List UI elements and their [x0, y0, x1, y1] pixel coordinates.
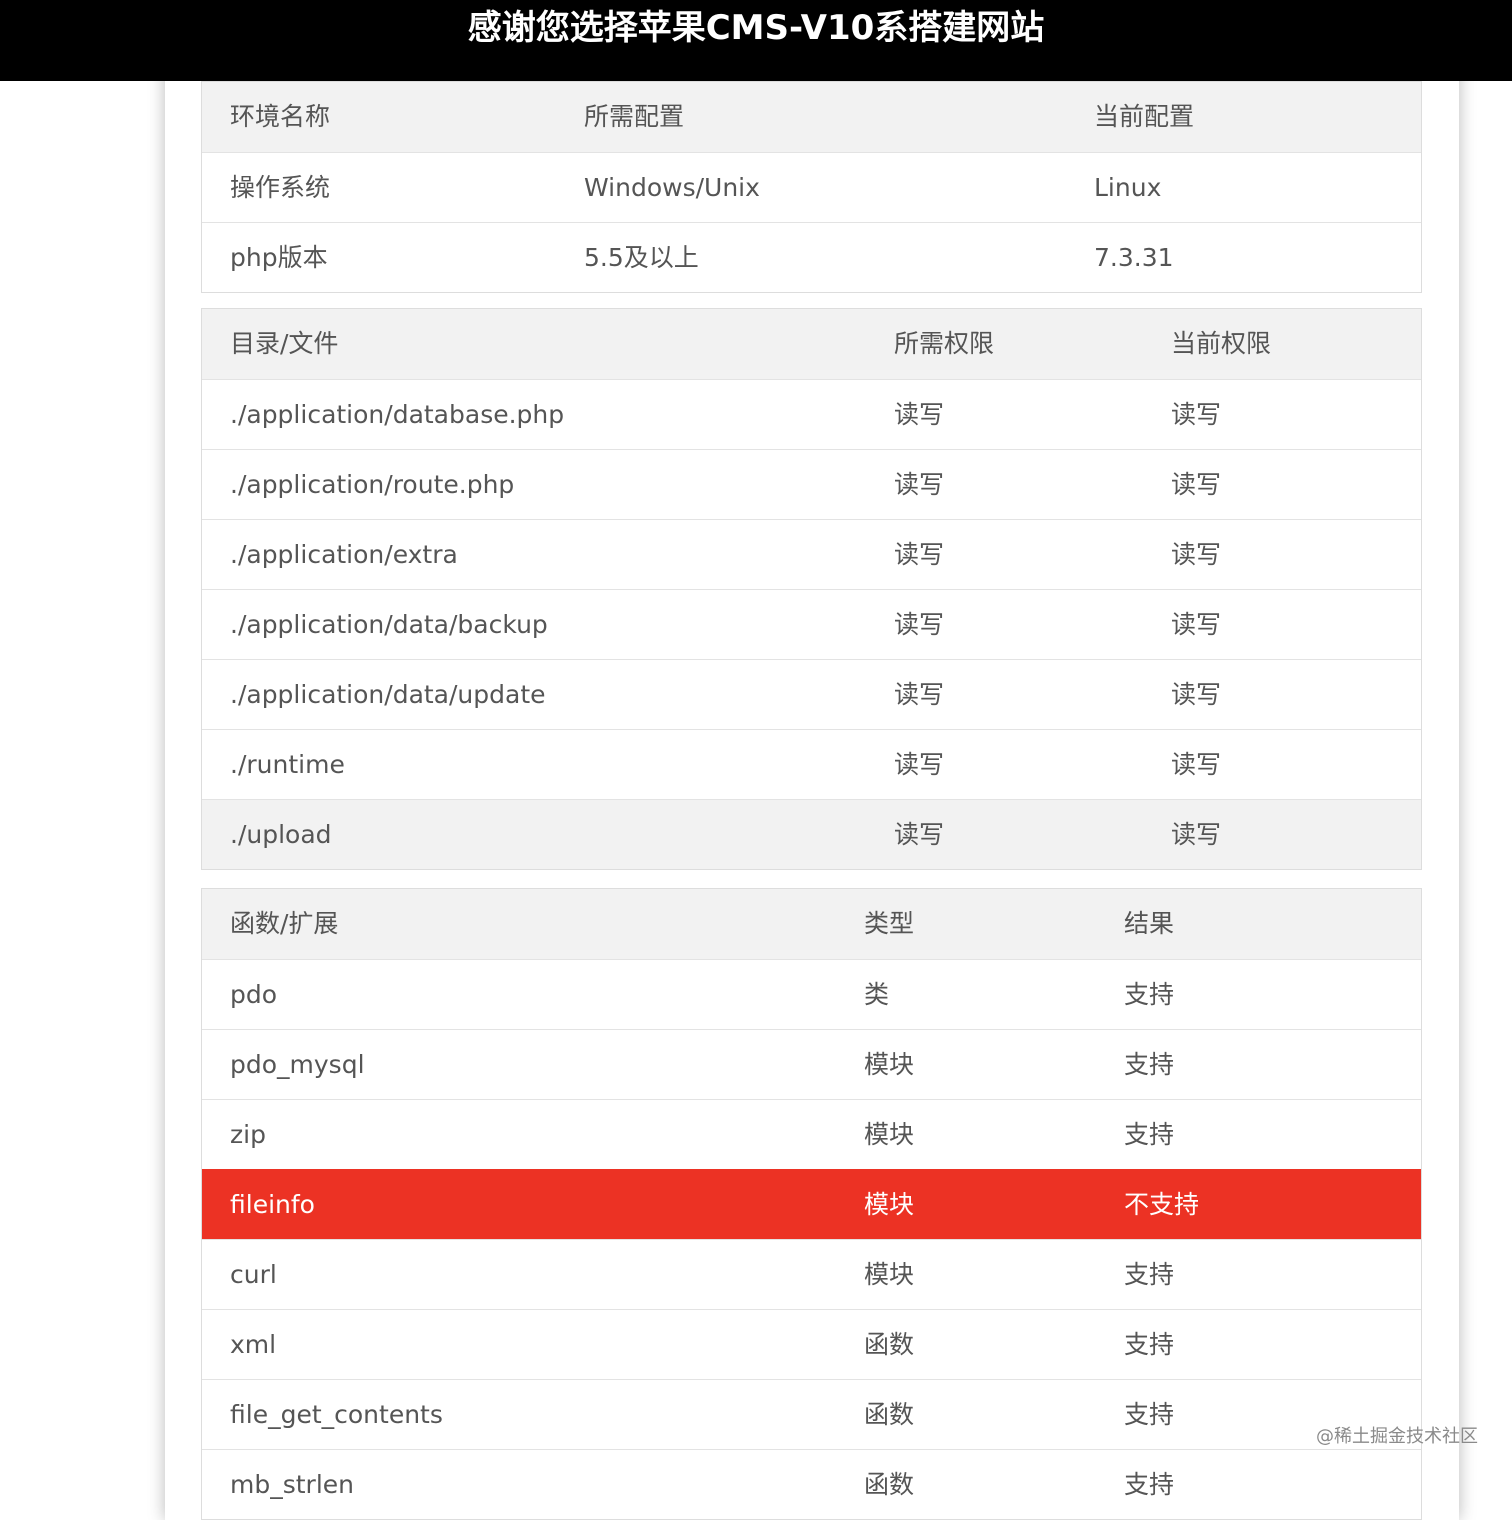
table-cell: ./application/data/backup	[230, 610, 548, 639]
table-row: ./application/extra 读写 读写	[202, 519, 1421, 589]
table-cell: ./upload	[230, 820, 332, 849]
table-cell: 读写	[1171, 820, 1222, 849]
table-cell: 7.3.31	[1094, 243, 1174, 272]
top-header-bar: 感谢您选择苹果CMS-V10系搭建网站	[0, 0, 1512, 81]
table-row: mb_strlen 函数 支持	[202, 1449, 1421, 1519]
directory-permission-table: 目录/文件 所需权限 当前权限 ./application/database.p…	[201, 308, 1422, 870]
header-cell: 结果	[1124, 909, 1175, 938]
header-cell: 类型	[864, 909, 915, 938]
table-cell: 读写	[1171, 680, 1222, 709]
table-cell: 模块	[864, 1190, 915, 1219]
table-row: pdo 类 支持	[202, 959, 1421, 1029]
watermark: @稀土掘金技术社区	[1316, 1426, 1478, 1447]
header-cell: 当前配置	[1094, 102, 1195, 131]
table-row: ./application/data/backup 读写 读写	[202, 589, 1421, 659]
table-cell: ./application/route.php	[230, 470, 515, 499]
table-row-hovered: ./upload 读写 读写	[202, 799, 1421, 869]
table-cell: 读写	[894, 540, 945, 569]
table-row: file_get_contents 函数 支持	[202, 1379, 1421, 1449]
table-cell: 支持	[1124, 980, 1175, 1009]
table-row: pdo_mysql 模块 支持	[202, 1029, 1421, 1099]
table-row: php版本 5.5及以上 7.3.31	[202, 222, 1421, 292]
table-cell: 读写	[1171, 470, 1222, 499]
table-row: ./application/route.php 读写 读写	[202, 449, 1421, 519]
table-row: curl 模块 支持	[202, 1239, 1421, 1309]
unsupported-result-cell: 不支持	[1124, 1190, 1200, 1219]
table-row: ./application/data/update 读写 读写	[202, 659, 1421, 729]
table-cell: 支持	[1124, 1470, 1175, 1499]
table-cell: 支持	[1124, 1050, 1175, 1079]
table-row: xml 函数 支持	[202, 1309, 1421, 1379]
table-cell: ./runtime	[230, 750, 345, 779]
table-cell: pdo	[230, 980, 278, 1009]
header-cell: 目录/文件	[230, 329, 339, 358]
page-title: 感谢您选择苹果CMS-V10系搭建网站	[467, 8, 1045, 48]
table-cell: 5.5及以上	[584, 243, 699, 272]
environment-table: 环境名称 所需配置 当前配置 操作系统 Windows/Unix Linux p…	[201, 81, 1422, 293]
table-cell: 类	[864, 980, 890, 1009]
table-cell: 支持	[1124, 1260, 1175, 1289]
table-cell: pdo_mysql	[230, 1050, 365, 1079]
table-cell: 读写	[894, 470, 945, 499]
table-row: ./application/database.php 读写 读写	[202, 379, 1421, 449]
table-cell: 支持	[1124, 1400, 1175, 1429]
table-header-row: 环境名称 所需配置 当前配置	[202, 82, 1421, 152]
table-cell: ./application/data/update	[230, 680, 546, 709]
header-cell: 函数/扩展	[230, 909, 339, 938]
header-cell: 当前权限	[1171, 329, 1272, 358]
table-cell: mb_strlen	[230, 1470, 354, 1499]
header-cell: 所需配置	[584, 102, 685, 131]
table-cell: 支持	[1124, 1330, 1175, 1359]
table-header-row: 目录/文件 所需权限 当前权限	[202, 309, 1421, 379]
table-cell: ./application/extra	[230, 540, 458, 569]
table-cell: 读写	[894, 610, 945, 639]
table-row: 操作系统 Windows/Unix Linux	[202, 152, 1421, 222]
table-cell: Linux	[1094, 173, 1162, 202]
table-cell: xml	[230, 1330, 277, 1359]
table-cell: 模块	[864, 1260, 915, 1289]
header-cell: 环境名称	[230, 102, 331, 131]
table-cell: fileinfo	[230, 1190, 315, 1219]
table-cell: 读写	[1171, 400, 1222, 429]
table-cell: php版本	[230, 243, 328, 272]
table-row: ./runtime 读写 读写	[202, 729, 1421, 799]
table-row-unsupported: fileinfo 模块 不支持	[202, 1169, 1421, 1239]
table-cell: 函数	[864, 1470, 915, 1499]
function-extension-table: 函数/扩展 类型 结果 pdo 类 支持 pdo_mysql 模块 支持 zip…	[201, 888, 1422, 1520]
table-cell: file_get_contents	[230, 1400, 443, 1429]
table-cell: 函数	[864, 1400, 915, 1429]
table-cell: 读写	[1171, 540, 1222, 569]
table-cell: zip	[230, 1120, 266, 1149]
header-cell: 所需权限	[894, 329, 995, 358]
table-cell: ./application/database.php	[230, 400, 565, 429]
table-cell: 函数	[864, 1330, 915, 1359]
table-cell: 操作系统	[230, 173, 331, 202]
table-cell: 读写	[1171, 610, 1222, 639]
table-cell: curl	[230, 1260, 277, 1289]
table-cell: 读写	[894, 750, 945, 779]
table-cell: 读写	[894, 400, 945, 429]
table-cell: 模块	[864, 1050, 915, 1079]
table-cell: 读写	[894, 680, 945, 709]
table-cell: 支持	[1124, 1120, 1175, 1149]
table-cell: Windows/Unix	[584, 173, 760, 202]
table-row: zip 模块 支持	[202, 1099, 1421, 1169]
table-cell: 模块	[864, 1120, 915, 1149]
table-cell: 读写	[894, 820, 945, 849]
table-cell: 读写	[1171, 750, 1222, 779]
table-header-row: 函数/扩展 类型 结果	[202, 889, 1421, 959]
